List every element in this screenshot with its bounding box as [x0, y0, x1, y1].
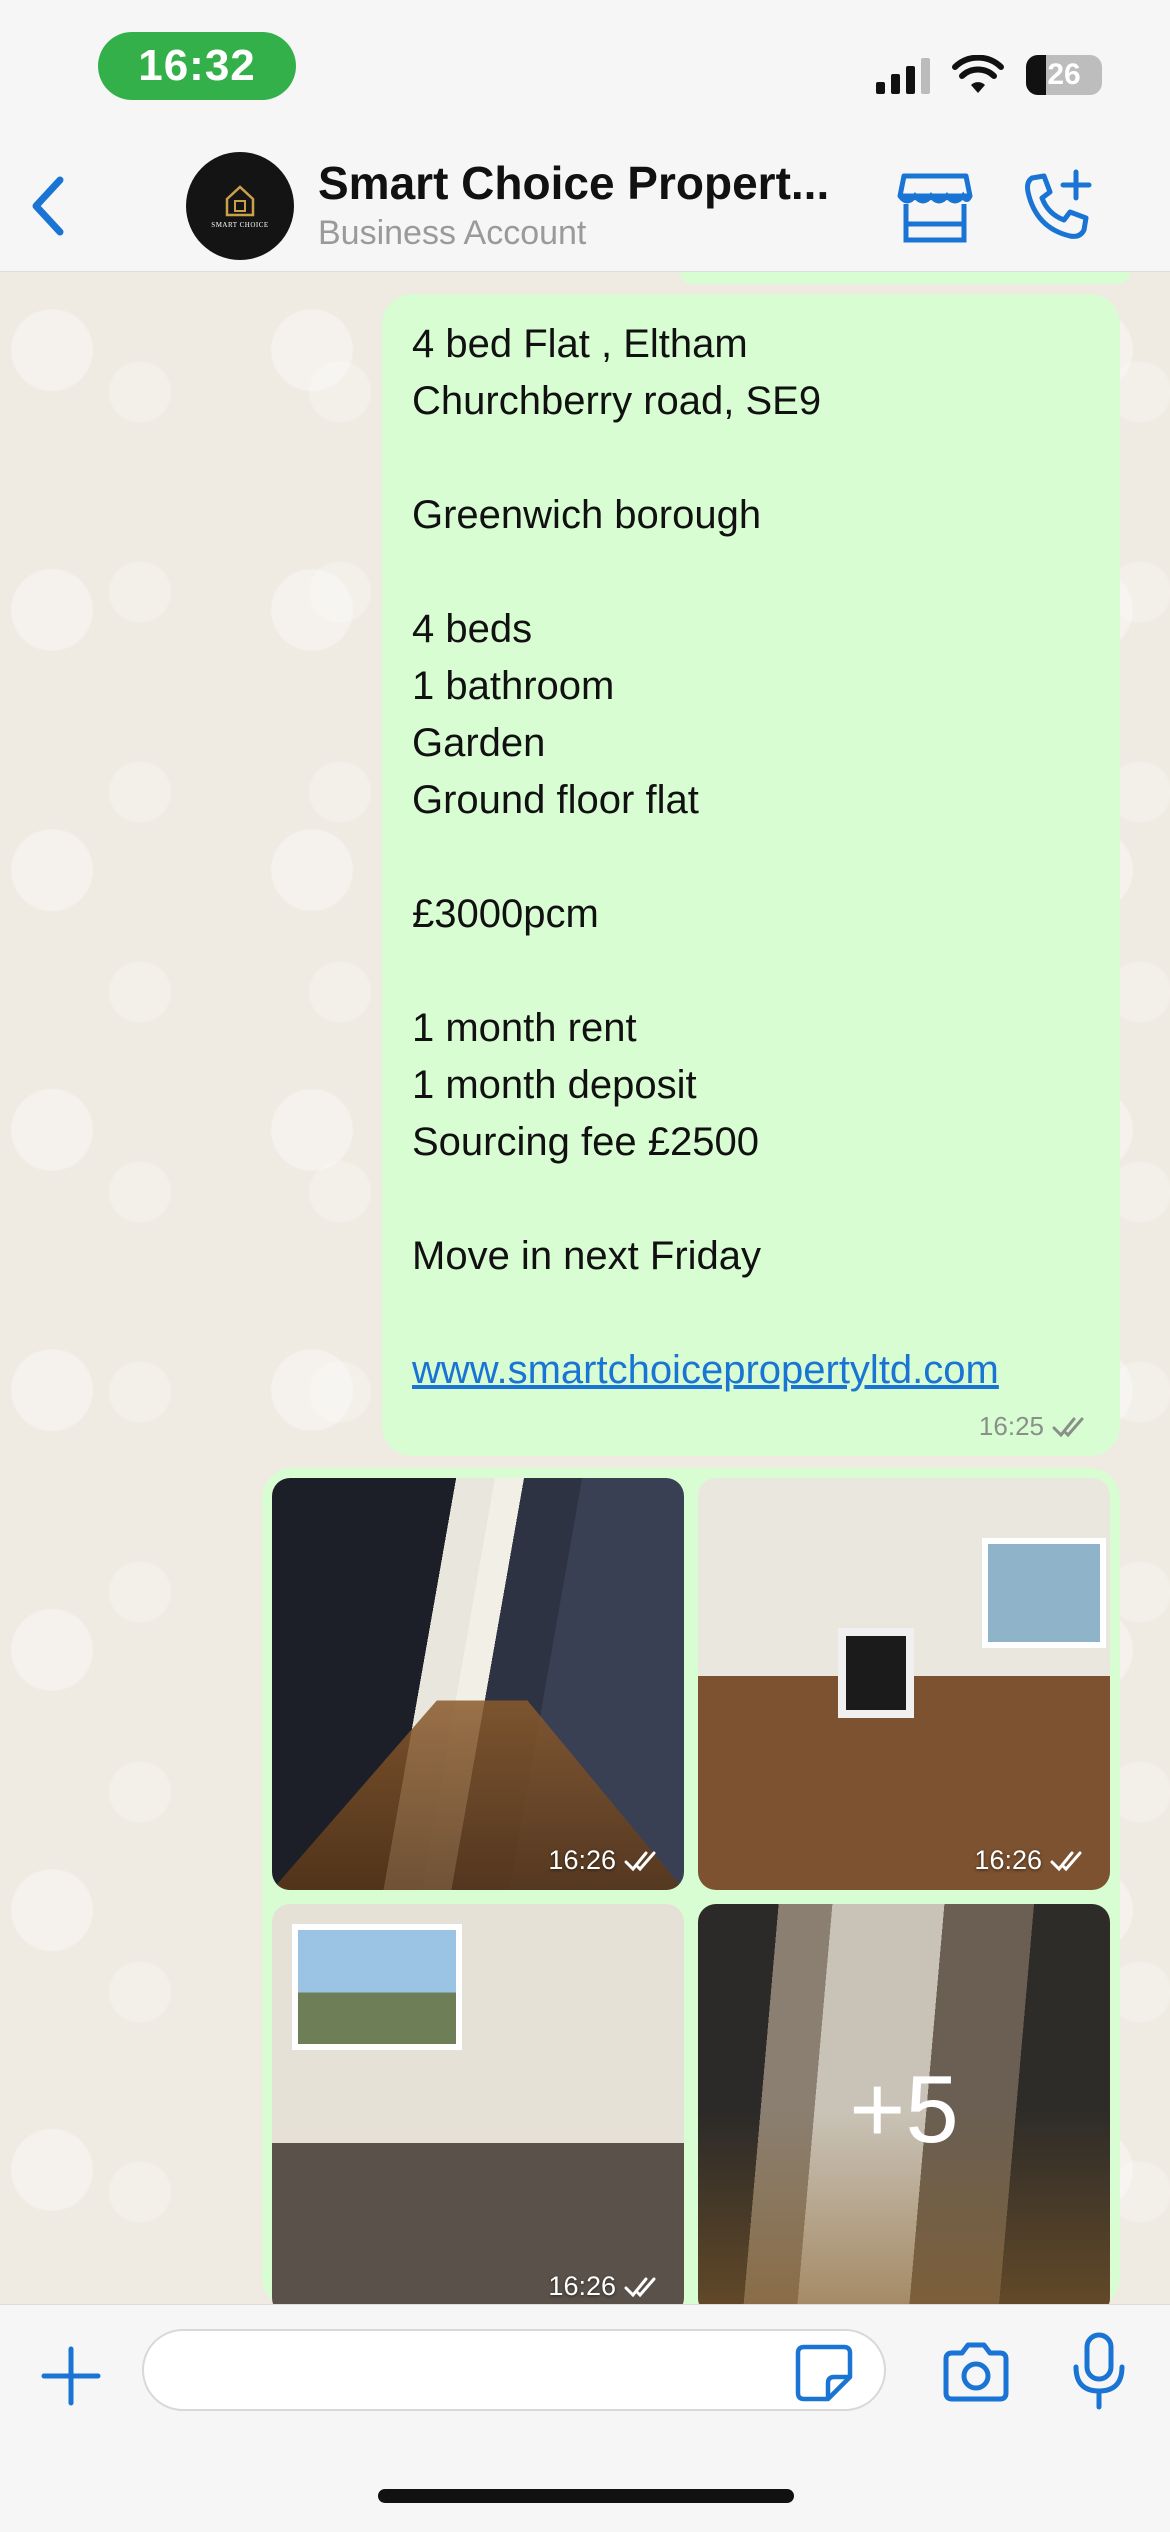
sticker-icon [795, 2344, 853, 2402]
home-indicator[interactable] [378, 2489, 794, 2503]
call-button[interactable] [1018, 168, 1096, 246]
contact-subtitle: Business Account [318, 214, 587, 252]
plus-icon [41, 2346, 101, 2406]
message-line [412, 430, 1090, 487]
message-line [412, 544, 1090, 601]
double-check-icon [624, 2277, 656, 2297]
album-photo-hallway[interactable]: 16:26 [272, 1478, 684, 1890]
back-chevron-icon [32, 176, 64, 236]
photo-album-message[interactable]: 16:26 16:26 16:26 +5 [262, 1468, 1120, 2316]
business-storefront-button[interactable] [896, 170, 974, 246]
back-button[interactable] [18, 170, 78, 242]
message-line [412, 829, 1090, 886]
message-time: 16:25 [978, 1411, 1044, 1441]
message-line [412, 943, 1090, 1000]
previous-message-bubble[interactable] [680, 272, 1130, 284]
photo-meta: 16:26 [548, 2271, 662, 2302]
microphone-icon [1073, 2332, 1125, 2410]
voice-message-button[interactable] [1070, 2331, 1128, 2411]
double-check-icon [624, 1851, 656, 1871]
call-add-icon [1025, 169, 1092, 239]
house-logo-icon [225, 185, 255, 217]
status-icons: 26 [876, 48, 1102, 102]
contact-name[interactable]: Smart Choice Propert... [318, 156, 858, 210]
photo-time: 16:26 [548, 2271, 616, 2301]
message-line: 4 bed Flat , Eltham [412, 322, 748, 366]
photo-window [982, 1538, 1106, 1648]
double-check-icon [1050, 1851, 1082, 1871]
message-line: Move in next Friday [412, 1234, 762, 1278]
album-photo-more[interactable]: +5 [698, 1904, 1110, 2316]
message-line [412, 1171, 1090, 1228]
message-line: Sourcing fee £2500 [412, 1120, 759, 1164]
message-meta: 16:25 [979, 1411, 1090, 1442]
message-line: 1 month rent [412, 1006, 637, 1050]
more-photos-count: +5 [849, 2056, 959, 2163]
album-photo-bedroom[interactable]: 16:26 [272, 1904, 684, 2316]
double-check-icon [1052, 1417, 1084, 1437]
attach-button[interactable] [36, 2341, 106, 2411]
message-line: Garden [412, 721, 546, 765]
avatar-brand-text: SMART CHOICE [211, 221, 269, 229]
storefront-icon [897, 173, 973, 243]
avatar[interactable]: SMART CHOICE [186, 152, 294, 260]
outgoing-message[interactable]: 4 bed Flat , Eltham Churchberry road, SE… [382, 294, 1120, 1456]
photo-fireplace [838, 1628, 914, 1718]
message-line: 1 month deposit [412, 1063, 697, 1107]
status-time[interactable]: 16:32 [98, 32, 296, 100]
chat-header: SMART CHOICE Smart Choice Propert... Bus… [0, 140, 1170, 272]
photo-meta: 16:26 [548, 1845, 662, 1876]
message-line: £3000pcm [412, 892, 599, 936]
battery-icon: 26 [1026, 55, 1102, 95]
message-line: Ground floor flat [412, 778, 699, 822]
photo-time: 16:26 [548, 1845, 616, 1875]
album-photo-living-room[interactable]: 16:26 [698, 1478, 1110, 1890]
camera-button[interactable] [940, 2337, 1012, 2407]
message-line [412, 1285, 1090, 1342]
sticker-button[interactable] [794, 2343, 854, 2403]
message-line: 4 beds [412, 607, 533, 651]
message-line: Churchberry road, SE9 [412, 379, 822, 423]
status-bar: 16:32 26 [0, 0, 1170, 140]
camera-icon [943, 2342, 1009, 2402]
cellular-signal-icon [876, 56, 930, 94]
wifi-icon [952, 55, 1004, 93]
message-line: Greenwich borough [412, 493, 762, 537]
photo-meta: 16:26 [974, 1845, 1088, 1876]
message-input[interactable] [142, 2329, 886, 2411]
photo-time: 16:26 [974, 1845, 1042, 1875]
battery-level: 26 [1047, 58, 1081, 91]
message-line: 1 bathroom [412, 664, 615, 708]
website-link[interactable]: www.smartchoicepropertyltd.com [412, 1342, 1090, 1399]
photo-window [292, 1924, 462, 2050]
message-input-bar [0, 2304, 1170, 2532]
